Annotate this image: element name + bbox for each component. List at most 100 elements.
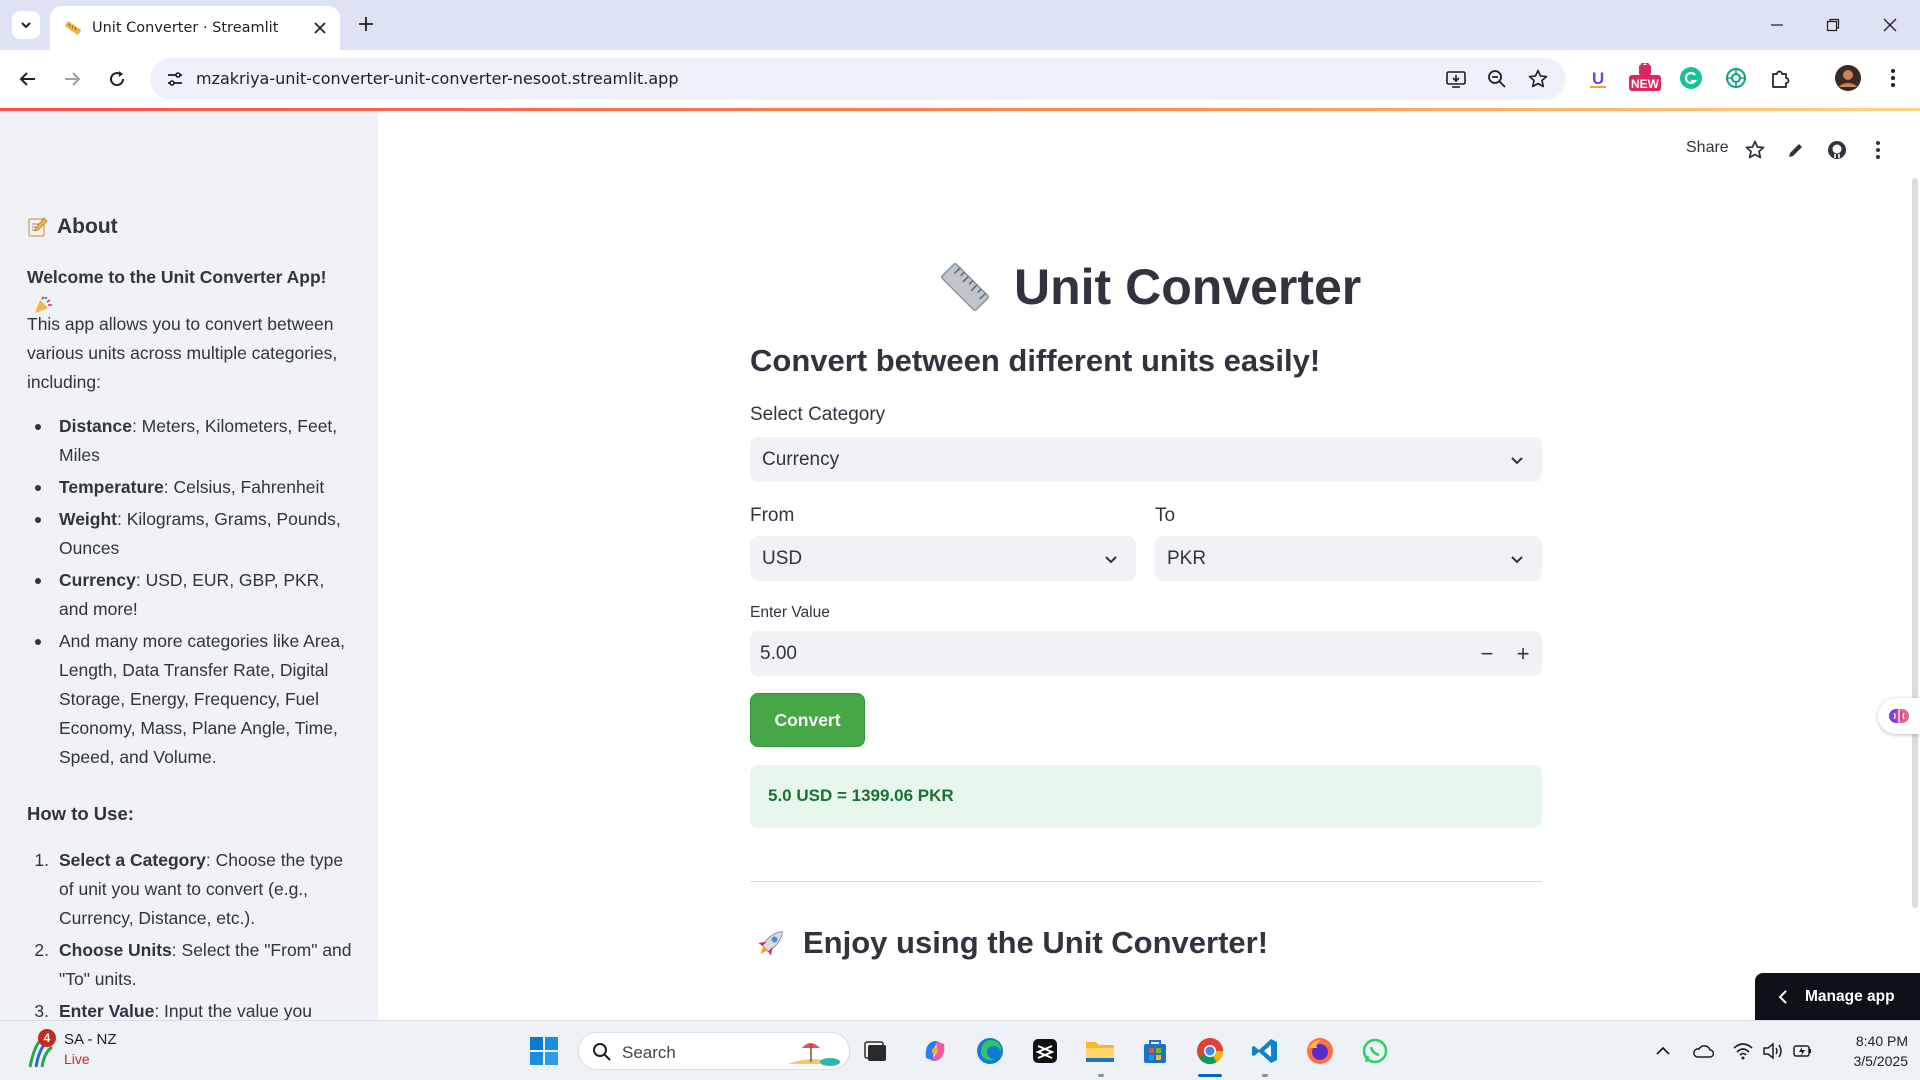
clock-date: 3/5/2025 [1853,1053,1909,1069]
github-icon[interactable] [1824,137,1850,163]
result-text: 5.0 USD = 1399.06 PKR [768,786,954,805]
rocket-icon [758,931,783,956]
category-label: Select Category [750,404,886,425]
list-item: 2. Choose Units: Select the "From" and "T… [34,940,352,989]
url-text[interactable]: mzakriya-unit-converter-unit-converter-n… [196,69,679,88]
whatsapp-icon[interactable] [1357,1033,1393,1069]
arrow-right-icon [65,72,81,86]
browser-menu-icon[interactable] [1879,64,1907,92]
extensions-puzzle-icon[interactable] [1767,64,1795,92]
grammarly-icon[interactable] [1677,64,1705,92]
tab-title: Unit Converter · Streamlit [92,20,279,36]
pencil-icon[interactable] [1783,137,1809,163]
chrome-icon[interactable] [1192,1033,1228,1069]
onedrive-icon[interactable] [1692,1040,1714,1062]
beach-icon [788,1043,840,1066]
about-heading-text: About [57,215,118,238]
value-number-input[interactable]: 5.00 − + [750,631,1542,676]
memo-icon [28,217,48,237]
value-field[interactable]: 5.00 [760,643,797,665]
tab-search-button[interactable] [12,11,40,39]
ruler-icon [64,19,82,37]
notification-badge: 4 [38,1029,56,1047]
increment-button[interactable]: + [1508,639,1538,669]
file-explorer-icon[interactable] [1082,1033,1118,1069]
list-item: Distance: Meters, Kilometers, Feet, Mile… [27,412,352,470]
minimize-button[interactable] [1762,10,1792,40]
category-select-value: Currency [762,449,840,470]
browser-tab[interactable]: Unit Converter · Streamlit [50,6,340,50]
about-heading: About [27,215,118,239]
convert-button[interactable]: Convert [750,693,865,747]
restore-icon [1826,18,1840,32]
restore-button[interactable] [1818,10,1848,40]
app-menu-icon[interactable] [1865,137,1891,163]
taskbar-search[interactable]: Search [578,1032,850,1070]
back-button[interactable] [13,64,43,94]
main-area [378,111,1920,1020]
news-widget[interactable]: 4 SA - NZ Live [22,1029,162,1071]
zoom-icon[interactable] [1485,67,1509,91]
ruler-icon [941,263,989,311]
manage-app-button[interactable]: Manage app [1755,973,1920,1020]
new-badge-text: NEW [1631,77,1660,91]
chevron-left-icon [1778,989,1787,1004]
reload-button[interactable] [102,64,132,94]
edge-icon[interactable] [972,1033,1008,1069]
system-clock[interactable]: 8:40 PM 3/5/2025 [1828,1031,1909,1071]
scrollbar[interactable] [1912,178,1918,908]
close-icon[interactable] [310,18,330,38]
reload-icon [110,71,125,87]
vscode-icon[interactable] [1247,1033,1283,1069]
firefox-icon[interactable] [1302,1033,1338,1069]
chevron-down-icon [1508,451,1526,469]
site-settings-icon[interactable] [164,68,186,90]
brain-extension-icon[interactable] [1878,698,1920,734]
close-window-button[interactable] [1875,10,1905,40]
new-tab-button[interactable] [354,12,378,36]
intro-text: This app allows you to convert between v… [27,314,338,392]
windows-start-icon[interactable] [526,1033,562,1069]
chevron-up-icon[interactable] [1652,1040,1674,1062]
enjoy-heading: Enjoy using the Unit Converter! [753,925,1268,961]
bookmark-star-icon[interactable] [1526,67,1550,91]
browser-tabstrip: Unit Converter · Streamlit [0,0,1920,50]
value-label: Enter Value [750,604,830,621]
widget-subtitle: Live [64,1051,90,1067]
address-bar[interactable]: mzakriya-unit-converter-unit-converter-n… [150,58,1566,100]
clock-time: 8:40 PM [1855,1033,1908,1049]
plus-icon [359,17,373,31]
star-icon[interactable] [1742,137,1768,163]
install-app-icon[interactable] [1444,67,1468,91]
list-item: And many more categories like Area, Leng… [27,627,352,772]
enjoy-heading-text: Enjoy using the Unit Converter! [803,925,1269,960]
from-select[interactable]: USD [750,536,1136,581]
decrement-button[interactable]: − [1472,639,1502,669]
categories-list: Distance: Meters, Kilometers, Feet, Mile… [27,412,352,775]
chevron-down-icon [21,22,31,29]
chatgpt-icon[interactable] [1722,64,1750,92]
from-label: From [750,505,795,526]
share-button[interactable]: Share [1686,139,1729,157]
list-item: 1. Select a Category: Choose the type of … [34,850,344,928]
microsoft-store-icon[interactable] [1137,1033,1173,1069]
to-label: To [1155,505,1176,526]
search-placeholder: Search [622,1043,676,1062]
to-select[interactable]: PKR [1155,536,1542,581]
extension-new-icon[interactable]: NEW [1628,63,1662,92]
profile-avatar[interactable] [1834,64,1862,92]
volume-icon[interactable] [1762,1040,1784,1062]
category-select[interactable]: Currency [750,437,1542,482]
list-item: 3.Enter Value: Input the value you want [34,1001,312,1020]
wifi-icon[interactable] [1732,1040,1754,1062]
copilot-icon[interactable] [917,1033,953,1069]
arrow-left-icon [19,72,35,86]
minimize-icon [1771,24,1783,26]
task-view-icon[interactable] [858,1033,894,1069]
capcut-icon[interactable] [1027,1033,1063,1069]
battery-icon[interactable] [1792,1040,1814,1062]
chevron-down-icon [1508,550,1526,568]
extension-u-icon[interactable]: U [1584,64,1612,92]
forward-button[interactable] [57,64,87,94]
running-indicator [1262,1074,1268,1077]
